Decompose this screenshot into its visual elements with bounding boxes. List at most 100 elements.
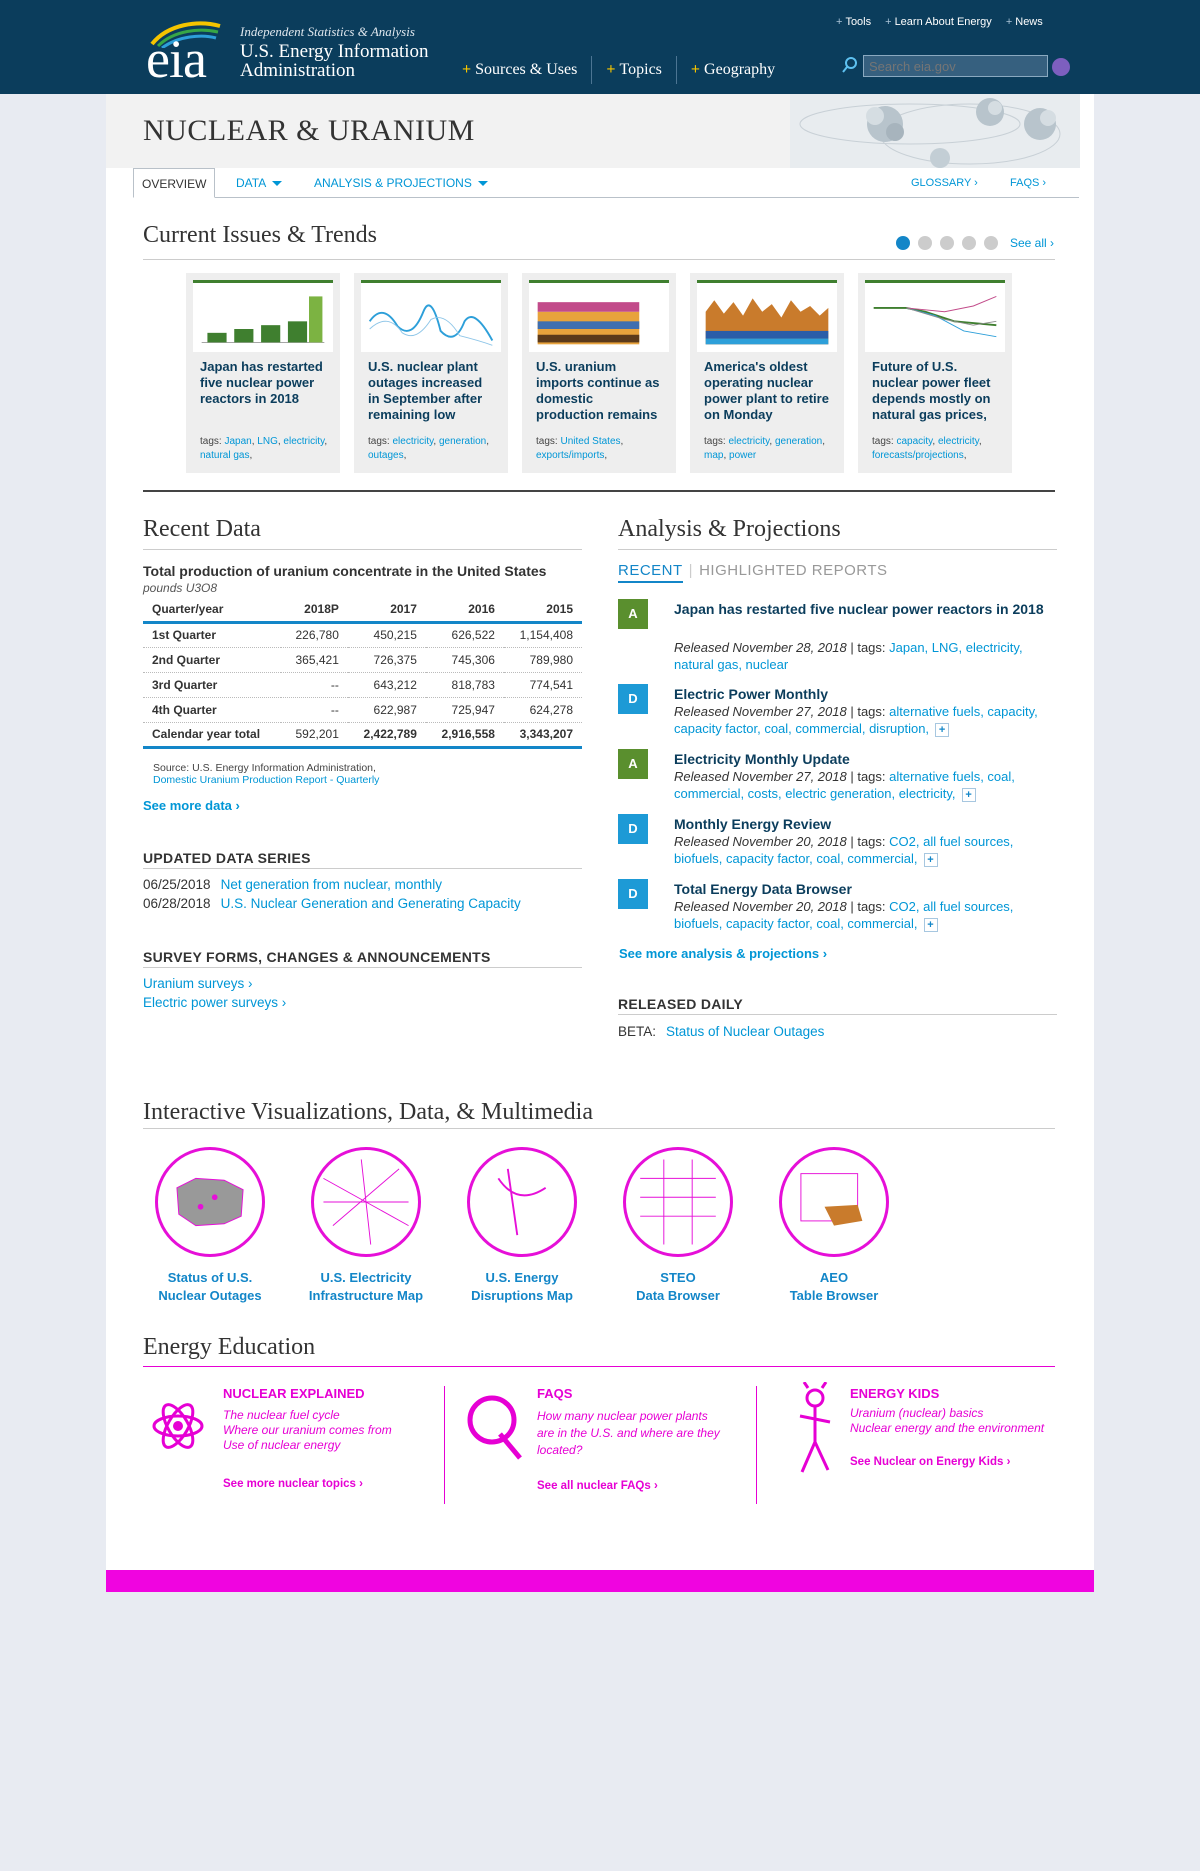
expand-tags-icon[interactable]: + [935, 722, 950, 737]
util-tools[interactable]: + Tools [836, 16, 871, 28]
tag-link[interactable]: generation [775, 436, 822, 447]
release-date: Released November 27, 2018 [674, 704, 847, 719]
sub-nav: OVERVIEW DATA ANALYSIS & PROJECTIONS GLO… [133, 168, 1079, 198]
tag-link[interactable]: electricity [728, 436, 769, 447]
viz-steo-browser[interactable]: STEO Data Browser [608, 1147, 748, 1305]
eia-logo[interactable]: eia Independent Statistics & Analysis U.… [140, 18, 490, 88]
analysis-item-title[interactable]: Electricity Monthly Update [674, 749, 1058, 769]
tag-link[interactable]: electricity [392, 436, 433, 447]
column-header: 2015 [503, 598, 582, 624]
tag-link[interactable]: outages [368, 450, 404, 461]
tag-link[interactable]: electricity [938, 436, 979, 447]
column-header: 2017 [347, 598, 426, 624]
nav-sources-uses[interactable]: + Sources & Uses [448, 56, 593, 84]
tab-highlighted-reports[interactable]: HIGHLIGHTED REPORTS [699, 562, 887, 579]
analysis-item-title[interactable]: Electric Power Monthly [674, 684, 1058, 704]
carousel-dot[interactable] [984, 236, 998, 250]
faqs-link[interactable]: FAQS › [1010, 168, 1046, 198]
column-header: 2018P [280, 598, 348, 624]
table-cell: 643,212 [347, 672, 426, 698]
analysis-item-meta: Released November 27, 2018 | tags: alter… [674, 703, 1058, 737]
search-submit-button[interactable] [1052, 58, 1070, 76]
expand-tags-icon[interactable]: + [923, 852, 938, 867]
analysis-item-meta: Released November 20, 2018 | tags: CO2, … [674, 898, 1058, 932]
edu-see-more-link[interactable]: See all nuclear FAQs › [537, 1480, 658, 1492]
tab-overview[interactable]: OVERVIEW [133, 168, 216, 198]
tag-link[interactable]: map [704, 450, 723, 461]
trend-card[interactable]: Japan has restarted five nuclear power r… [186, 273, 340, 473]
analysis-item-meta: Released November 28, 2018 | tags: Japan… [674, 639, 1058, 673]
table-cell: 592,201 [280, 722, 348, 749]
edu-see-more-link[interactable]: See more nuclear topics › [223, 1478, 363, 1490]
edu-link[interactable]: The nuclear fuel cycle [223, 1408, 340, 1422]
analysis-item-meta: Released November 27, 2018 | tags: alter… [674, 768, 1058, 802]
source-report-link[interactable]: Domestic Uranium Production Report - Qua… [153, 774, 379, 786]
tag-link[interactable]: power [729, 450, 756, 461]
trend-card[interactable]: America's oldest operating nuclear power… [690, 273, 844, 473]
updated-date: 06/28/2018 [143, 896, 211, 911]
viz-electricity-infrastructure[interactable]: U.S. Electricity Infrastructure Map [296, 1147, 436, 1305]
edu-lines: The nuclear fuel cycle Where our uranium … [223, 1408, 392, 1453]
trend-card[interactable]: Future of U.S. nuclear power fleet depen… [858, 273, 1012, 473]
tags-label: | tags: [846, 640, 890, 655]
see-all-link[interactable]: See all › [1010, 236, 1054, 250]
utility-nav: + Tools + Learn About Energy + News [836, 16, 1043, 28]
beta-label: BETA: [618, 1024, 657, 1039]
carousel-dot[interactable] [962, 236, 976, 250]
tag-link[interactable]: generation [439, 436, 486, 447]
tag-link[interactable]: LNG [257, 436, 278, 447]
updated-series-link[interactable]: U.S. Nuclear Generation and Generating C… [221, 896, 521, 911]
divider [143, 868, 582, 869]
nav-geography[interactable]: + Geography [677, 56, 789, 84]
tab-data[interactable]: DATA [236, 168, 283, 198]
tag-link[interactable]: capacity [896, 436, 932, 447]
tab-recent[interactable]: RECENT [618, 562, 683, 583]
tags-label: | tags: [846, 899, 890, 914]
expand-tags-icon[interactable]: + [923, 917, 938, 932]
edu-link[interactable]: Nuclear energy and the environment [850, 1421, 1044, 1435]
search-input[interactable] [863, 55, 1048, 77]
see-more-analysis-link[interactable]: See more analysis & projections › [619, 946, 827, 961]
tag-link[interactable]: United States [560, 436, 620, 447]
util-learn-about-energy[interactable]: + Learn About Energy [885, 16, 992, 28]
analysis-item-title[interactable]: Total Energy Data Browser [674, 879, 1058, 899]
see-more-data-link[interactable]: See more data › [143, 798, 240, 813]
util-news[interactable]: + News [1006, 16, 1043, 28]
updated-series-link[interactable]: Net generation from nuclear, monthly [221, 877, 442, 892]
tab-analysis-projections[interactable]: ANALYSIS & PROJECTIONS [314, 168, 488, 198]
tag-link[interactable]: forecasts/projections [872, 450, 964, 461]
edu-link[interactable]: How many nuclear power plants [537, 1409, 708, 1423]
carousel-dot[interactable] [896, 236, 910, 250]
org-name-line-2: Administration [240, 60, 356, 81]
tag-link[interactable]: natural gas [200, 450, 249, 461]
analysis-item-title[interactable]: Japan has restarted five nuclear power r… [674, 599, 1058, 619]
search-icon[interactable] [841, 56, 859, 74]
trend-card[interactable]: U.S. uranium imports continue as domesti… [522, 273, 676, 473]
nuclear-outages-link[interactable]: Status of Nuclear Outages [666, 1024, 824, 1039]
us-map-icon [155, 1147, 265, 1257]
electric-power-surveys-link[interactable]: Electric power surveys › [143, 995, 286, 1010]
viz-energy-disruptions[interactable]: U.S. Energy Disruptions Map [452, 1147, 592, 1305]
nav-topics[interactable]: + Topics [592, 56, 677, 84]
carousel-dot[interactable] [940, 236, 954, 250]
edu-link[interactable]: Use of nuclear energy [223, 1438, 340, 1452]
tag-link[interactable]: exports/imports [536, 450, 604, 461]
table-cell: 624,278 [503, 697, 582, 723]
footer-bar [106, 1570, 1094, 1592]
viz-nuclear-outages[interactable]: Status of U.S. Nuclear Outages [140, 1147, 280, 1305]
expand-tags-icon[interactable]: + [961, 787, 976, 802]
tag-link[interactable]: electricity [283, 436, 324, 447]
edu-link[interactable]: Uranium (nuclear) basics [850, 1406, 983, 1420]
section-divider [143, 490, 1055, 492]
divider [143, 1128, 1055, 1129]
viz-aeo-browser[interactable]: AEO Table Browser [764, 1147, 904, 1305]
tag-link[interactable]: Japan [224, 436, 251, 447]
edu-see-more-link[interactable]: See Nuclear on Energy Kids › [850, 1456, 1010, 1468]
glossary-link[interactable]: GLOSSARY › [911, 168, 978, 198]
uranium-surveys-link[interactable]: Uranium surveys › [143, 976, 253, 991]
energy-kids-character-icon [799, 1382, 831, 1473]
carousel-dot[interactable] [918, 236, 932, 250]
analysis-item-title[interactable]: Monthly Energy Review [674, 814, 1058, 834]
edu-link[interactable]: Where our uranium comes from [223, 1423, 392, 1437]
trend-card[interactable]: U.S. nuclear plant outages increased in … [354, 273, 508, 473]
